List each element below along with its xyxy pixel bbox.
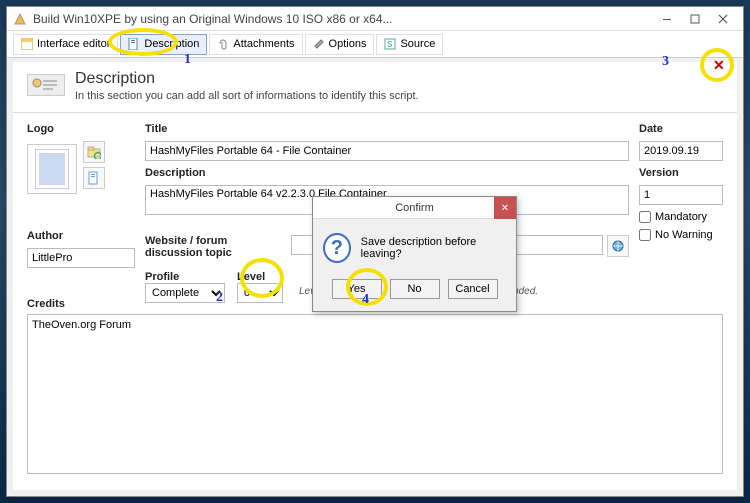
date-input[interactable] [639,141,723,161]
date-label: Date [639,123,723,135]
badge-icon [27,74,65,96]
tab-interface-editor[interactable]: Interface editor [13,34,118,55]
dialog-title: Confirm [395,202,434,214]
website-browse-button[interactable] [607,235,629,257]
tab-description[interactable]: Description [120,34,207,55]
wrench-icon [313,38,325,50]
paperclip-icon [217,38,229,50]
window-controls [653,9,737,29]
nowarning-checkbox[interactable]: No Warning [639,229,723,241]
source-icon: s [384,38,396,50]
logo-label: Logo [27,123,135,135]
question-icon: ? [323,233,351,263]
level-select[interactable]: 0 [237,283,283,303]
panel-close-icon[interactable]: ✕ [713,57,729,73]
credits-label: Credits [27,298,135,310]
yes-button[interactable]: Yes [332,279,382,299]
minimize-button[interactable] [653,9,681,29]
tab-label: Interface editor [37,38,110,50]
cancel-button[interactable]: Cancel [448,279,498,299]
title-label: Title [145,123,629,135]
mandatory-checkbox[interactable]: Mandatory [639,211,723,223]
tab-source[interactable]: s Source [376,34,443,55]
svg-text:s: s [387,38,393,50]
logo-clear-button[interactable] [83,167,105,189]
dialog-close-button[interactable]: ✕ [494,197,516,219]
version-input[interactable] [639,185,723,205]
dialog-message: Save description before leaving? [361,236,506,260]
tab-options[interactable]: Options [305,34,375,55]
tab-label: Description [144,38,199,50]
panel-header: Description In this section you can add … [13,62,737,113]
titlebar: Build Win10XPE by using an Original Wind… [7,7,743,31]
profile-label: Profile [145,271,179,283]
layout-icon [21,38,33,50]
maximize-button[interactable] [681,9,709,29]
tab-attachments[interactable]: Attachments [209,34,302,55]
author-input[interactable] [27,248,135,268]
description-label: Description [145,167,629,179]
credits-textarea[interactable]: TheOven.org Forum [27,314,723,474]
author-label: Author [27,230,135,242]
tab-label: Options [329,38,367,50]
website-label: Website / forum discussion topic [145,235,279,259]
tab-label: Attachments [233,38,294,50]
document-icon [128,38,140,50]
profile-select[interactable]: Complete [145,283,225,303]
logo-preview[interactable] [27,144,77,194]
panel-subtitle: In this section you can add all sort of … [75,90,419,102]
dialog-titlebar: Confirm ✕ [313,197,516,219]
close-button[interactable] [709,9,737,29]
panel-title: Description [75,70,419,88]
window-title: Build Win10XPE by using an Original Wind… [33,12,653,26]
level-label: Level [237,271,265,283]
no-button[interactable]: No [390,279,440,299]
toolbar: Interface editor Description Attachments… [7,31,743,58]
title-input[interactable] [145,141,629,161]
app-icon [13,12,27,26]
confirm-dialog: Confirm ✕ ? Save description before leav… [312,196,517,312]
version-label: Version [639,167,723,179]
logo-browse-button[interactable] [83,141,105,163]
tab-label: Source [400,38,435,50]
